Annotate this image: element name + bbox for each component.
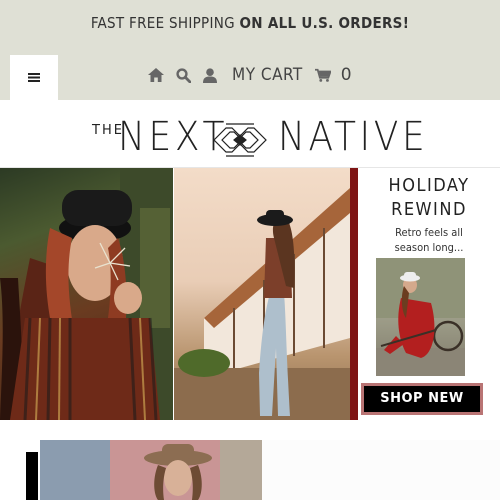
site-logo[interactable]: THE NEXT NATIVE xyxy=(0,100,500,167)
hero-banner: HOLIDAY REWIND Retro feels all season lo… xyxy=(0,168,500,420)
home-icon[interactable] xyxy=(148,67,164,83)
hero-photo-woman-porch[interactable] xyxy=(174,168,350,420)
shop-new-button[interactable]: SHOP NEW xyxy=(361,383,483,415)
holiday-rewind-panel: HOLIDAY REWIND Retro feels all season lo… xyxy=(358,168,500,420)
logo-word-native: NATIVE xyxy=(278,114,429,160)
promo-text-bold: ON ALL U.S. ORDERS! xyxy=(239,14,410,32)
menu-button[interactable] xyxy=(10,55,58,100)
holiday-product-photo[interactable] xyxy=(376,258,465,376)
cart-count: 0 xyxy=(340,65,352,85)
cart-icon[interactable] xyxy=(314,67,331,83)
holiday-title-line1: HOLIDAY xyxy=(388,175,470,196)
featured-photo-illustration xyxy=(40,440,262,500)
promo-text: FAST FREE SHIPPING xyxy=(90,14,240,32)
hero-photo-mid-illustration xyxy=(174,188,350,420)
aztec-emblem-icon xyxy=(213,123,267,157)
search-icon[interactable] xyxy=(175,67,191,83)
holiday-title-line2: REWIND xyxy=(391,199,467,220)
cart-link[interactable]: MY CART xyxy=(232,65,303,85)
promo-bar: FAST FREE SHIPPING ON ALL U.S. ORDERS! xyxy=(0,14,500,32)
hamburger-icon xyxy=(28,73,40,82)
hero-photo-woman-with-flowers[interactable] xyxy=(0,168,173,420)
holiday-photo-illustration xyxy=(376,258,465,376)
hero-red-divider xyxy=(350,168,358,420)
featured-photo-woman-hat[interactable] xyxy=(40,440,262,500)
utility-nav: MY CART 0 xyxy=(148,62,352,88)
hero-photo-left-illustration xyxy=(0,168,173,420)
featured-accent-bar xyxy=(26,452,38,500)
user-icon[interactable] xyxy=(202,67,218,83)
featured-text-area xyxy=(262,440,500,500)
featured-section xyxy=(0,420,500,500)
holiday-rewind-title: HOLIDAY REWIND xyxy=(358,174,500,222)
holiday-subtitle: Retro feels all season long... xyxy=(358,225,500,255)
holiday-subtitle-line1: Retro feels all xyxy=(395,226,463,239)
holiday-subtitle-line2: season long... xyxy=(394,241,464,254)
header-band: FAST FREE SHIPPING ON ALL U.S. ORDERS! M… xyxy=(0,0,500,100)
